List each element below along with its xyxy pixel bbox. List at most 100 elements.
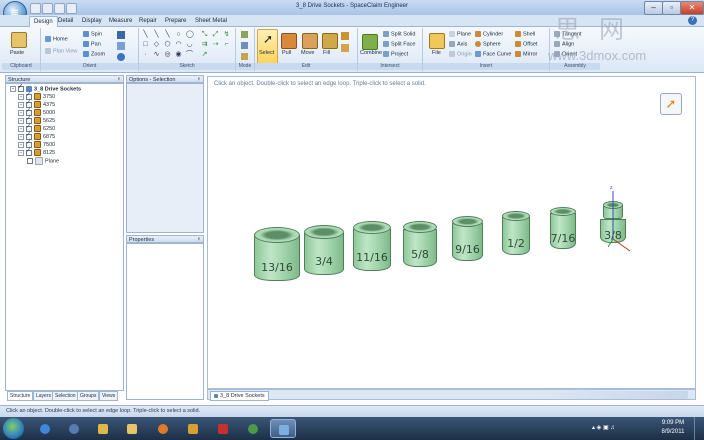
- bend-icon[interactable]: ↯: [223, 31, 230, 38]
- tangent-line-icon[interactable]: ╲: [153, 31, 160, 38]
- blend-icon[interactable]: [341, 32, 349, 40]
- select-tool-indicator-icon[interactable]: ➚: [660, 93, 682, 115]
- split-face-button[interactable]: Split Face: [383, 41, 415, 47]
- face-curve-tool-icon[interactable]: ◎: [164, 51, 171, 58]
- split-solid-button[interactable]: Split Solid: [383, 31, 415, 37]
- tab-display[interactable]: Display: [78, 16, 106, 26]
- 3d-viewport[interactable]: Click an object. Double-click to select …: [207, 76, 696, 389]
- socket-13-16[interactable]: 13/16: [254, 227, 300, 281]
- maximize-button[interactable]: ▫: [662, 1, 681, 15]
- project-curve-icon[interactable]: ⇢: [212, 41, 219, 48]
- expand-icon[interactable]: +: [18, 101, 24, 108]
- three-point-circle-icon[interactable]: ◉: [175, 51, 182, 58]
- help-icon[interactable]: ?: [688, 16, 697, 25]
- face-curve-button[interactable]: Face Curve: [475, 51, 511, 57]
- project-button[interactable]: Project: [383, 51, 408, 57]
- expand-icon[interactable]: +: [18, 93, 24, 100]
- taskbar-media[interactable]: [61, 419, 87, 438]
- pan-button[interactable]: Pan: [83, 41, 101, 47]
- tree-item[interactable]: +5625: [18, 116, 55, 124]
- view-toolbar[interactable]: [538, 391, 688, 399]
- taskbar-explorer[interactable]: [90, 419, 116, 438]
- spin-button[interactable]: Spin: [83, 31, 102, 37]
- create-rounded-corner-icon[interactable]: ⌐: [223, 41, 230, 48]
- socket-7-16[interactable]: 7/16: [550, 207, 576, 249]
- extend-icon[interactable]: ↗: [201, 51, 208, 58]
- offset-button[interactable]: Offset: [515, 41, 538, 47]
- three-point-arc-icon[interactable]: ⌒: [186, 51, 193, 58]
- taskbar-player[interactable]: [180, 419, 206, 438]
- socket-9-16[interactable]: 9/16: [452, 216, 483, 261]
- home-button[interactable]: Home: [45, 36, 68, 42]
- fill-button[interactable]: Fill: [323, 50, 330, 56]
- three-point-rectangle-icon[interactable]: ◇: [153, 41, 160, 48]
- socket-11-16[interactable]: 11/16: [353, 221, 391, 271]
- show-desktop-button[interactable]: [694, 417, 704, 440]
- start-button[interactable]: [3, 418, 24, 439]
- taskbar-acrobat[interactable]: [210, 419, 236, 438]
- tab-measure[interactable]: Measure: [105, 16, 136, 26]
- section-mode-icon[interactable]: [241, 42, 248, 49]
- taskbar-spaceclaim[interactable]: [270, 419, 296, 438]
- document-tab[interactable]: 3_8 Drive Sockets: [210, 391, 269, 401]
- axis-button[interactable]: Axis: [449, 41, 467, 47]
- tab-prepare[interactable]: Prepare: [161, 16, 190, 26]
- tree-item[interactable]: +8125: [18, 148, 55, 156]
- tree-item-plane[interactable]: Plane: [27, 157, 59, 165]
- taskbar-firefox[interactable]: [150, 419, 176, 438]
- tree-root[interactable]: − 3_8 Drive Sockets: [10, 84, 81, 93]
- select-button[interactable]: ➚ Select: [257, 29, 278, 65]
- expand-icon[interactable]: +: [18, 141, 24, 148]
- 3d-mode-icon[interactable]: [241, 53, 248, 60]
- close-button[interactable]: ✕: [680, 1, 704, 15]
- tab-detail[interactable]: Detail: [54, 16, 77, 26]
- sweep-arc-icon[interactable]: ◡: [186, 41, 193, 48]
- plan-view-button[interactable]: Plan View: [45, 48, 77, 54]
- socket-3-4[interactable]: 3/4: [304, 225, 344, 275]
- origin-button[interactable]: Origin: [449, 51, 472, 57]
- mirror-button[interactable]: Mirror: [515, 51, 537, 57]
- cylinder-button[interactable]: Cylinder: [475, 31, 503, 37]
- clock-time[interactable]: 9:09 PM: [656, 420, 690, 426]
- view-cube-icon[interactable]: [117, 31, 125, 39]
- plane-button[interactable]: Plane: [449, 31, 471, 37]
- move-button[interactable]: Move: [301, 50, 314, 56]
- visibility-checkbox[interactable]: [18, 84, 24, 92]
- pull-button[interactable]: Pull: [282, 50, 291, 56]
- expand-icon[interactable]: +: [18, 117, 24, 124]
- visibility-checkbox[interactable]: [27, 158, 33, 164]
- rectangle-tool-icon[interactable]: □: [142, 41, 149, 48]
- trim-away-icon[interactable]: ⤡: [201, 31, 208, 38]
- taskbar-ie[interactable]: [32, 419, 58, 438]
- minimize-button[interactable]: –: [644, 1, 663, 15]
- tab-layers[interactable]: Layers: [33, 391, 55, 401]
- tray-icons[interactable]: ▴ ◈ ▣ ♫: [592, 424, 615, 431]
- expand-icon[interactable]: +: [18, 149, 24, 156]
- tab-groups[interactable]: Groups: [77, 391, 100, 401]
- expand-icon[interactable]: +: [18, 109, 24, 116]
- clock-date[interactable]: 8/9/2011: [656, 429, 690, 435]
- expand-icon[interactable]: +: [18, 133, 24, 140]
- spline-tool-icon[interactable]: ∿: [153, 51, 160, 58]
- tree-item[interactable]: +5000: [18, 108, 55, 116]
- file-button[interactable]: File: [432, 50, 441, 56]
- tree-item[interactable]: +6875: [18, 132, 55, 140]
- paste-button[interactable]: Paste: [10, 50, 24, 56]
- expand-icon[interactable]: +: [18, 125, 24, 132]
- construction-line-icon[interactable]: ╲: [164, 31, 171, 38]
- tab-sheet-metal[interactable]: Sheet Metal: [191, 16, 231, 26]
- tab-views[interactable]: Views: [99, 391, 119, 401]
- collapse-icon[interactable]: −: [10, 86, 16, 92]
- tab-selection[interactable]: Selection: [52, 391, 79, 401]
- display-style-icon[interactable]: [117, 42, 125, 50]
- combine-button[interactable]: Combine: [360, 50, 382, 56]
- shell-button[interactable]: Shell: [515, 31, 535, 37]
- taskbar-chrome[interactable]: [240, 419, 266, 438]
- polygon-tool-icon[interactable]: ⬡: [164, 41, 171, 48]
- line-tool-icon[interactable]: ╲: [142, 31, 149, 38]
- tweak-face-icon[interactable]: [341, 44, 349, 52]
- socket-1-2[interactable]: 1/2: [502, 211, 530, 255]
- taskbar-libraries[interactable]: [119, 419, 145, 438]
- split-line-icon[interactable]: ⤢: [212, 31, 219, 38]
- socket-5-8-large[interactable]: 5/8: [403, 221, 437, 267]
